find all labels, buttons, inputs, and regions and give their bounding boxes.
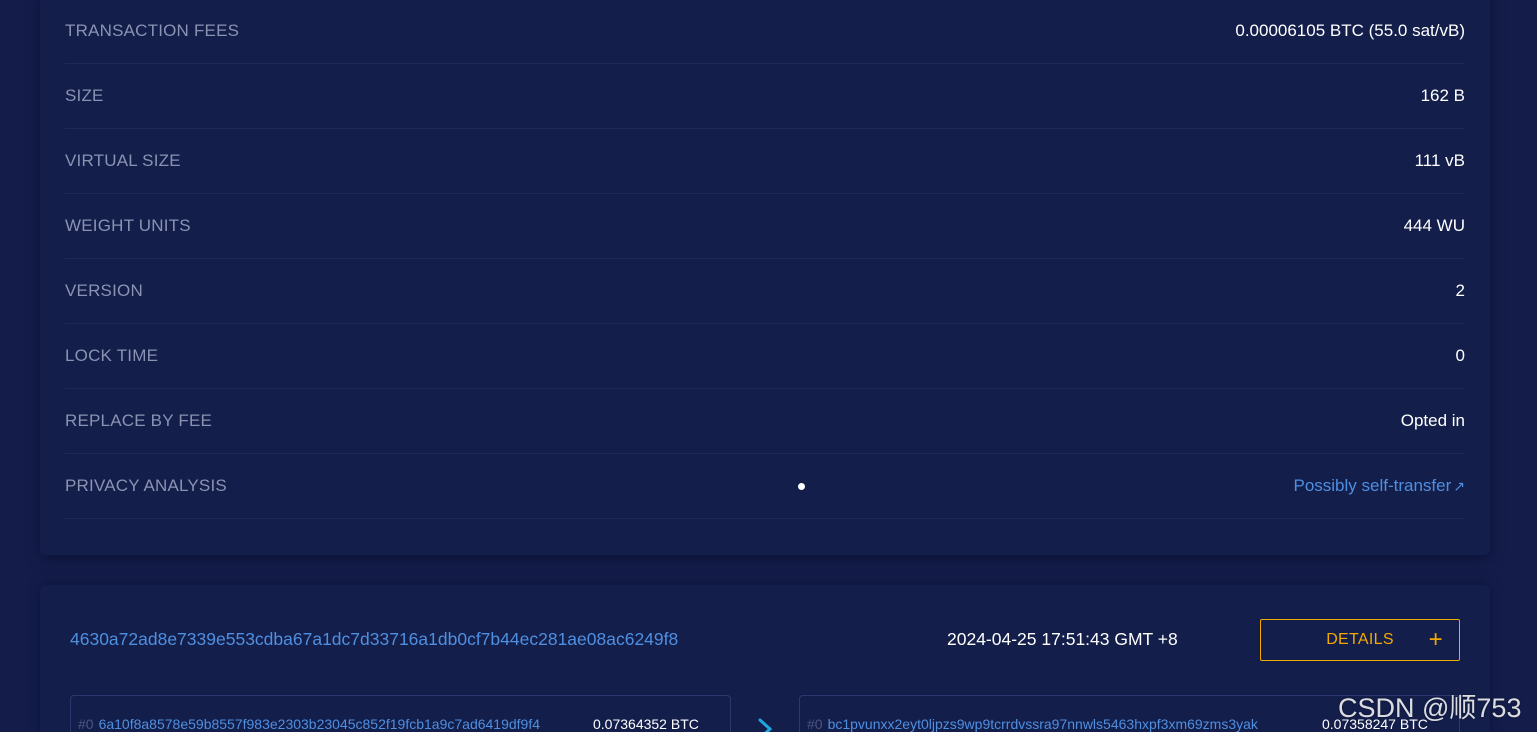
plus-icon: +: [1428, 626, 1443, 653]
detail-value: 162 B: [1420, 86, 1465, 105]
detail-label: REPLACE BY FEE: [65, 411, 213, 430]
privacy-analysis-text: Possibly self-transfer: [1293, 476, 1452, 495]
detail-value: 444 WU: [1403, 216, 1465, 235]
privacy-analysis-link[interactable]: Possibly self-transfer ↗: [1293, 476, 1465, 496]
detail-row-size: SIZE 162 B: [65, 64, 1465, 129]
detail-row-version: VERSION 2: [65, 259, 1465, 324]
detail-value: 0.00006105 BTC (55.0 sat/vB): [1235, 21, 1465, 40]
details-button-label: DETAILS: [1326, 631, 1394, 648]
details-button[interactable]: DETAILS +: [1260, 619, 1460, 661]
input-address-link[interactable]: 6a10f8a8578e59b8557f983e2303b23045c852f1…: [99, 716, 540, 732]
detail-value: 111 vB: [1414, 151, 1465, 170]
input-box: #0 6a10f8a8578e59b8557f983e2303b23045c852…: [70, 695, 731, 732]
output-index: #0: [807, 716, 823, 732]
detail-value: 2: [1455, 281, 1465, 300]
transaction-card: 4630a72ad8e7339e553cdba67a1dc7d33716a1db…: [40, 585, 1490, 732]
page: TRANSACTION FEES 0.00006105 BTC (55.0 sa…: [0, 0, 1537, 732]
transaction-hash-link[interactable]: 4630a72ad8e7339e553cdba67a1dc7d33716a1db…: [70, 629, 678, 650]
detail-label: VERSION: [65, 281, 143, 300]
output-address-link[interactable]: bc1pvunxx2eyt0ljpzs9wp9tcrrdvssra97nnwls…: [828, 716, 1258, 732]
detail-label: VIRTUAL SIZE: [65, 151, 181, 170]
output-line: #0 bc1pvunxx2eyt0ljpzs9wp9tcrrdvssra97nnw…: [807, 716, 1258, 732]
detail-label: SIZE: [65, 86, 104, 105]
input-amount: 0.07364352 BTC: [593, 716, 699, 732]
chevron-right-icon: [758, 718, 773, 732]
detail-label: PRIVACY ANALYSIS: [65, 476, 227, 495]
detail-label: WEIGHT UNITS: [65, 216, 191, 235]
transaction-time: 2024-04-25 17:51:43 GMT +8: [947, 629, 1178, 649]
detail-value: Opted in: [1400, 411, 1465, 430]
detail-row-weight-units: WEIGHT UNITS 444 WU: [65, 194, 1465, 259]
input-index: #0: [78, 716, 94, 732]
input-line: #0 6a10f8a8578e59b8557f983e2303b23045c852…: [78, 716, 540, 732]
detail-row-replace-by-fee: REPLACE BY FEE Opted in: [65, 389, 1465, 454]
detail-row-privacy-analysis: PRIVACY ANALYSIS Possibly self-transfer ↗: [65, 454, 1465, 519]
details-rows: TRANSACTION FEES 0.00006105 BTC (55.0 sa…: [65, 0, 1465, 519]
detail-label: TRANSACTION FEES: [65, 21, 240, 40]
detail-row-virtual-size: VIRTUAL SIZE 111 vB: [65, 129, 1465, 194]
watermark-text: CSDN @顺753: [1338, 693, 1522, 723]
detail-row-lock-time: LOCK TIME 0: [65, 324, 1465, 389]
detail-row-transaction-fees: TRANSACTION FEES 0.00006105 BTC (55.0 sa…: [65, 0, 1465, 64]
detail-label: LOCK TIME: [65, 346, 159, 365]
external-link-icon: ↗: [1453, 478, 1465, 494]
cursor-dot: [798, 483, 805, 490]
transaction-details-card: TRANSACTION FEES 0.00006105 BTC (55.0 sa…: [40, 0, 1490, 555]
detail-value: 0: [1455, 346, 1465, 365]
